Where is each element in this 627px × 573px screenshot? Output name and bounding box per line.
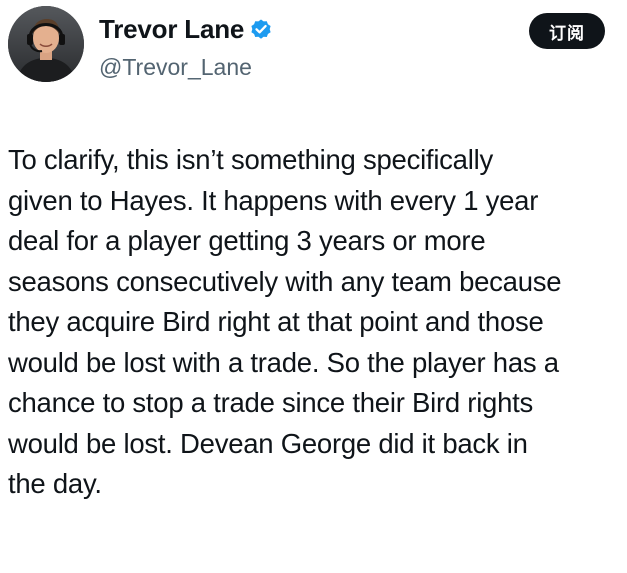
tweet-card: Trevor Lane @Trevor_Lane 订阅 To clarify, … bbox=[0, 0, 627, 573]
subscribe-button[interactable]: 订阅 bbox=[529, 13, 605, 49]
tweet-text-line: would be lost with a trade. So the playe… bbox=[8, 346, 559, 378]
profile-photo-icon bbox=[8, 6, 84, 82]
tweet-text-line: they acquire Bird right at that point an… bbox=[8, 306, 544, 337]
avatar[interactable] bbox=[8, 6, 84, 82]
author-display-name[interactable]: Trevor Lane bbox=[99, 11, 244, 47]
tweet-text-line: seasons consecutively with any team beca… bbox=[8, 265, 562, 297]
tweet-text-line: To clarify, this isn’t something specifi… bbox=[8, 144, 493, 175]
tweet-text-line: chance to stop a trade since their Bird … bbox=[8, 387, 534, 418]
tweet-text-line: deal for a player getting 3 years or mor… bbox=[8, 225, 486, 256]
author-name-row: Trevor Lane bbox=[99, 11, 273, 47]
tweet-text-line: would be lost. Devean George did it back… bbox=[8, 427, 528, 459]
tweet-text-line: the day. bbox=[8, 468, 102, 499]
verified-badge-icon bbox=[249, 17, 273, 41]
tweet-text: To clarify, this isn’t something specifi… bbox=[8, 140, 620, 505]
author-handle[interactable]: @Trevor_Lane bbox=[99, 52, 252, 82]
tweet-text-line: given to Hayes. It happens with every 1 … bbox=[8, 184, 539, 216]
